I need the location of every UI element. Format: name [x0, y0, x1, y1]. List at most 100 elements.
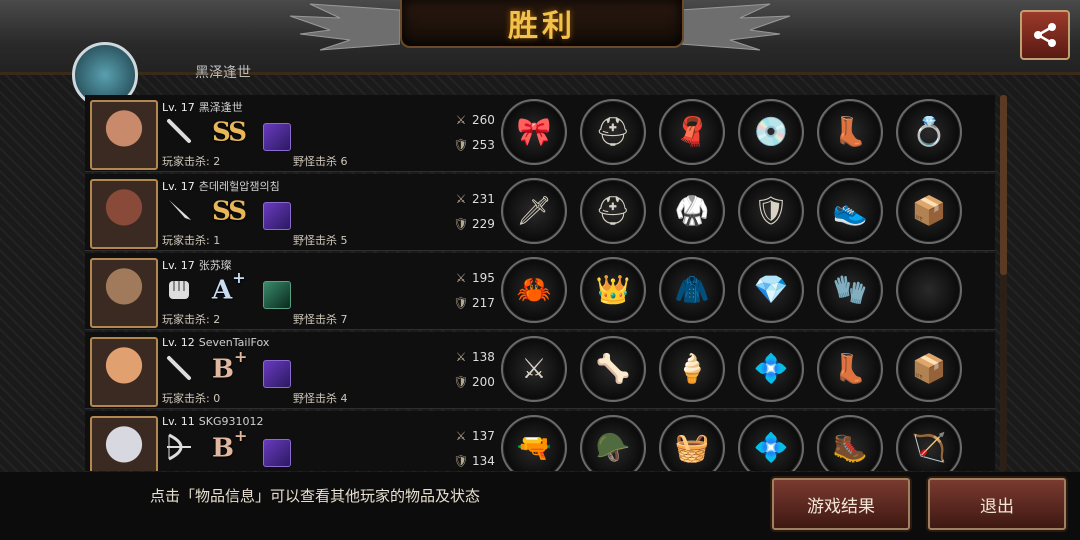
player-portrait[interactable] [90, 258, 158, 328]
equipment-slot[interactable]: ⛑ [580, 99, 646, 165]
equipment-slot[interactable]: 👟 [817, 178, 883, 244]
equipment-slot[interactable]: 🗡 [501, 178, 567, 244]
player-row[interactable]: Lv. 11SKG931012 B+ 玩家击杀: ⚔ 137 🛡134 🔫 🪖 🧺 💠 🥾… [85, 411, 995, 471]
equipment-slot[interactable]: 🍦 [659, 336, 725, 402]
equipment-slot[interactable]: 🧤 [817, 257, 883, 323]
item-icon: ⚔ [521, 352, 547, 385]
attack-stat: ⚔ 231 [453, 192, 495, 206]
shield-icon: 🛡 [453, 296, 469, 310]
player-portrait[interactable] [90, 337, 158, 407]
player-grade: A + [212, 268, 246, 306]
player-grade: SS [212, 195, 247, 227]
player-level-name: Lv. 11 SKG931012 [162, 415, 264, 428]
green-skill-icon[interactable] [263, 281, 291, 309]
equipment-slot[interactable]: 🛡 [738, 178, 804, 244]
purple-beast-icon[interactable] [263, 123, 291, 151]
equipment-slot[interactable]: 🦀 [501, 257, 567, 323]
item-icon: 💠 [753, 431, 789, 464]
player-results-list[interactable]: Lv. 17 黑泽逢世 SS 玩家击杀: 2 野怪击杀 6 ⚔ 260 🛡 253 🎀… [85, 95, 995, 471]
player-portrait[interactable] [90, 416, 158, 471]
equipment-slot[interactable]: 💠 [738, 415, 804, 471]
shield-icon: 🛡 [453, 375, 469, 389]
equipment-slot[interactable]: ⛑ [580, 178, 646, 244]
crossed-swords-icon: ⚔ [455, 113, 467, 127]
grade-letter: SS [212, 117, 247, 148]
equipment-slot[interactable]: 🔫 [501, 415, 567, 471]
exit-button[interactable]: 退出 [928, 478, 1066, 530]
equipment-slot[interactable]: 📦 [896, 336, 962, 402]
equipment-slot[interactable]: 💎 [738, 257, 804, 323]
item-icon: 🦴 [595, 352, 631, 385]
grade-letter: SS [212, 196, 247, 227]
share-button[interactable] [1020, 10, 1070, 60]
equipment-slots: 🎀 ⛑ 🧣 💿 👢 💍 [501, 99, 962, 165]
left-wing-decoration [289, 3, 400, 51]
item-icon: 🧥 [674, 273, 710, 306]
defense-value: 200 [472, 375, 495, 389]
item-icon: 🧺 [674, 431, 710, 464]
equipment-slot[interactable]: 🧺 [659, 415, 725, 471]
equipment-slot[interactable]: 🪖 [580, 415, 646, 471]
scrollbar-thumb[interactable] [1000, 95, 1007, 275]
item-icon: 👟 [832, 194, 868, 227]
player-level-name: Lv. 17 黑泽逢世 [162, 99, 243, 115]
equipment-slot[interactable]: 💠 [738, 336, 804, 402]
equipment-slot[interactable]: 👑 [580, 257, 646, 323]
grade-suffix: + [233, 426, 247, 445]
equipment-slot[interactable]: 🧥 [659, 257, 725, 323]
equipment-slot[interactable]: 🧣 [659, 99, 725, 165]
equipment-slot[interactable]: 🦴 [580, 336, 646, 402]
item-icon: 🧤 [832, 273, 868, 306]
item-icon: 💍 [911, 115, 947, 148]
equipment-slot[interactable]: 🏹 [896, 415, 962, 471]
attack-stat: ⚔ 260 [453, 113, 495, 127]
player-kills: 玩家击杀: 2 [162, 313, 221, 326]
sword-icon [163, 115, 195, 147]
game-result-button[interactable]: 游戏结果 [772, 478, 910, 530]
item-info-hint: 点击「物品信息」可以查看其他玩家的物品及状态 [150, 487, 481, 505]
player-level-name: Lv. 17 张苏璨 [162, 257, 232, 273]
grade-letter: A [212, 275, 232, 306]
player-row[interactable]: Lv. 17 黑泽逢世 SS 玩家击杀: 2 野怪击杀 6 ⚔ 260 🛡 253 🎀… [85, 95, 995, 172]
player-row[interactable]: Lv. 12 SevenTailFox B + 玩家击杀: 0 野怪击杀 4 ⚔ 13… [85, 332, 995, 409]
defense-value: 253 [472, 138, 495, 152]
purple-beast-icon[interactable] [263, 360, 291, 388]
equipment-slot[interactable]: ⚔ [501, 336, 567, 402]
equipment-slot[interactable]: 🥋 [659, 178, 725, 244]
attack-value: 138 [472, 350, 495, 364]
bottom-bar [0, 472, 1080, 540]
player-kills: 玩家击杀: 0 [162, 392, 221, 405]
purple-beast-icon[interactable] [263, 202, 291, 230]
item-icon: 📦 [911, 194, 947, 227]
player-grade: SS [212, 116, 247, 148]
right-wing-decoration [680, 3, 791, 51]
equipment-slot[interactable]: 🎀 [501, 99, 567, 165]
player-kills: 玩家击杀: 1 [162, 234, 221, 247]
player-level: Lv. 11 [162, 415, 195, 428]
crossed-swords-icon: ⚔ [455, 350, 467, 364]
equipment-slot[interactable]: 💍 [896, 99, 962, 165]
defense-value: 229 [472, 217, 495, 231]
equipment-slots: ⚔ 🦴 🍦 💠 👢 📦 [501, 336, 962, 402]
player-row[interactable]: Lv. 17 츤데레헐압잼의침 SS 玩家击杀: 1 野怪击杀 5 ⚔ 231 🛡 2… [85, 174, 995, 251]
item-icon: ⛑ [595, 115, 631, 148]
fist-icon [163, 273, 195, 305]
player-portrait[interactable] [90, 179, 158, 249]
player-level: Lv. 17 [162, 259, 195, 272]
equipment-slot[interactable]: 👢 [817, 336, 883, 402]
player-level-name: Lv. 17 츤데레헐압잼의침 [162, 178, 280, 194]
player-row[interactable]: Lv. 17 张苏璨 A + 玩家击杀: 2 野怪击杀 7 ⚔ 195 🛡 217 🦀 👑… [85, 253, 995, 330]
equipment-slot[interactable]: 💿 [738, 99, 804, 165]
player-portrait[interactable] [90, 100, 158, 170]
monster-kills: 野怪击杀 7 [293, 313, 348, 326]
victory-title-plate: 胜利 [400, 0, 684, 48]
list-scrollbar[interactable] [1000, 95, 1007, 471]
defense-stat: 🛡 217 [453, 296, 495, 310]
equipment-slot[interactable] [896, 257, 962, 323]
purple-beast-icon[interactable] [263, 439, 291, 467]
equipment-slot[interactable]: 👢 [817, 99, 883, 165]
equipment-slot[interactable]: 🥾 [817, 415, 883, 471]
player-level: Lv. 17 [162, 180, 195, 193]
equipment-slot[interactable]: 📦 [896, 178, 962, 244]
item-icon: 👑 [595, 273, 631, 306]
